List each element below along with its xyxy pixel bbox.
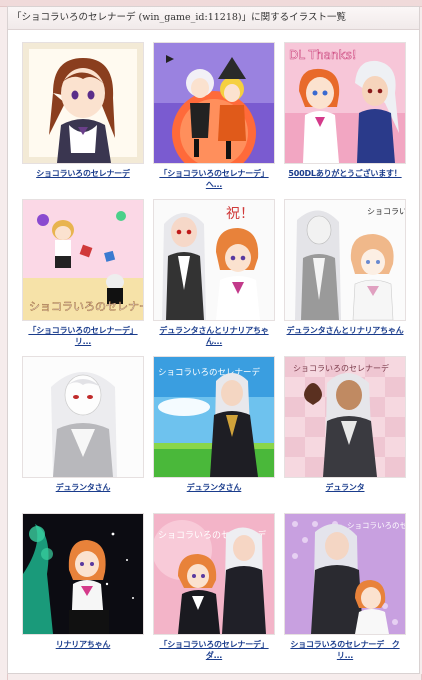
woman-sky-field-illustration-icon: ショコラいろのセレナーデ xyxy=(154,357,274,477)
illustration-title-link[interactable]: 「ショコラいろのセレナーデ」ダ... xyxy=(152,639,276,661)
illustration-item: DL Thanks! 500DLありがとうございます！ xyxy=(280,37,410,179)
illustration-title-link[interactable]: 500DLありがとうございます！ xyxy=(283,168,407,179)
illustration-thumbnail[interactable]: ショコラいろのセレナーデ xyxy=(154,514,274,634)
illustration-thumbnail[interactable]: ショコラいろのセレナーデ xyxy=(285,200,405,320)
girl-night-tree-illustration-icon xyxy=(23,514,143,634)
svg-text:ショコラいろのセレナーデ: ショコラいろのセレナーデ xyxy=(29,299,143,313)
illustration-thumbnail[interactable]: ショコラいろのセレナーデ xyxy=(285,357,405,477)
svg-text:ショコラいろのセレナーデ: ショコラいろのセレナーデ xyxy=(158,367,261,378)
svg-text:ショコラいろのセレナーデ: ショコラいろのセレナーデ xyxy=(347,520,405,530)
illustration-item: デュランタさん xyxy=(18,351,148,493)
anime-girl-portrait-icon xyxy=(23,43,143,163)
illustration-thumbnail[interactable]: DL Thanks! xyxy=(285,43,405,163)
illustration-title-link[interactable]: 「ショコラいろのセレナーデ」リ... xyxy=(21,325,145,347)
illustration-title-link[interactable]: ショコラいろのセレナーデ ク リ... xyxy=(283,639,407,661)
thanks-illustration-icon: DL Thanks! xyxy=(285,43,405,163)
two-women-purple-illustration-icon: ショコラいろのセレナーデ xyxy=(285,514,405,634)
woman-chocolate-illustration-icon: ショコラいろのセレナーデ xyxy=(285,357,405,477)
illustration-thumbnail[interactable]: 祝！ xyxy=(154,200,274,320)
illustration-title-link[interactable]: リナリアちゃん xyxy=(21,639,145,650)
illustration-item: 祝！ デュランタさんとリナリアちゃん... xyxy=(149,194,279,347)
illustration-list-panel: 「ショコラいろのセレナーデ (win_game_id:11218)」に関するイラ… xyxy=(7,6,420,674)
illustration-title-link[interactable]: デュランタさん xyxy=(152,482,276,493)
bottom-frame xyxy=(7,674,422,680)
illustration-title-link[interactable]: デュランタ xyxy=(283,482,407,493)
illustration-item: リナリアちゃん xyxy=(18,508,148,650)
two-women-pink-illustration-icon: ショコラいろのセレナーデ xyxy=(154,514,274,634)
svg-text:ショコラいろのセレナーデ: ショコラいろのセレナーデ xyxy=(367,206,405,216)
illustration-thumbnail[interactable]: ショコラいろのセレナーデ xyxy=(154,357,274,477)
illustration-item: 「ショコラいろのセレナーデ」へ... xyxy=(149,37,279,190)
illustration-title-link[interactable]: デュランタさんとリナリアちゃん... xyxy=(152,325,276,347)
illustration-title-link[interactable]: ショコラいろのセレナーデ xyxy=(21,168,145,179)
svg-text:祝！: 祝！ xyxy=(226,206,254,222)
illustration-item: ショコラいろのセレナーデ デュランタ xyxy=(280,351,410,493)
illustration-thumbnail[interactable] xyxy=(23,357,143,477)
illustration-item: ショコラいろのセレナーデ xyxy=(18,37,148,179)
illustration-title-link[interactable]: デュランタさんとリナリアちゃん xyxy=(283,325,407,336)
illustration-title-link[interactable]: デュランタさん xyxy=(21,482,145,493)
illustration-item: ショコラいろのセレナーデ 「ショコラいろのセレナーデ」リ... xyxy=(18,194,148,347)
white-hair-woman-sketch-icon xyxy=(23,357,143,477)
halloween-girls-illustration-icon xyxy=(154,43,274,163)
illustration-thumbnail[interactable] xyxy=(154,43,274,163)
illustration-thumbnail[interactable] xyxy=(23,43,143,163)
illustration-item: ショコラいろのセレナーデ ショコラいろのセレナーデ ク リ... xyxy=(280,508,410,661)
illustration-thumbnail[interactable]: ショコラいろのセレナーデ xyxy=(285,514,405,634)
illustration-item: ショコラいろのセレナーデ デュランタさん xyxy=(149,351,279,493)
illustration-item: ショコラいろのセレナーデ デュランタさんとリナリアちゃん xyxy=(280,194,410,336)
illustration-title-link[interactable]: 「ショコラいろのセレナーデ」へ... xyxy=(152,168,276,190)
svg-text:ショコラいろのセレナーデ: ショコラいろのセレナーデ xyxy=(293,363,389,373)
illustration-thumbnail[interactable]: ショコラいろのセレナーデ xyxy=(23,200,143,320)
chibi-title-illustration-icon: ショコラいろのセレナーデ xyxy=(23,200,143,320)
illustration-item: ショコラいろのセレナーデ 「ショコラいろのセレナーデ」ダ... xyxy=(149,508,279,661)
two-girls-illustration-icon: 祝！ xyxy=(154,200,274,320)
illustration-thumbnail[interactable] xyxy=(23,514,143,634)
sketch-two-girls-illustration-icon: ショコラいろのセレナーデ xyxy=(285,200,405,320)
svg-text:DL Thanks!: DL Thanks! xyxy=(289,48,357,62)
page-title: 「ショコラいろのセレナーデ (win_game_id:11218)」に関するイラ… xyxy=(8,7,419,30)
